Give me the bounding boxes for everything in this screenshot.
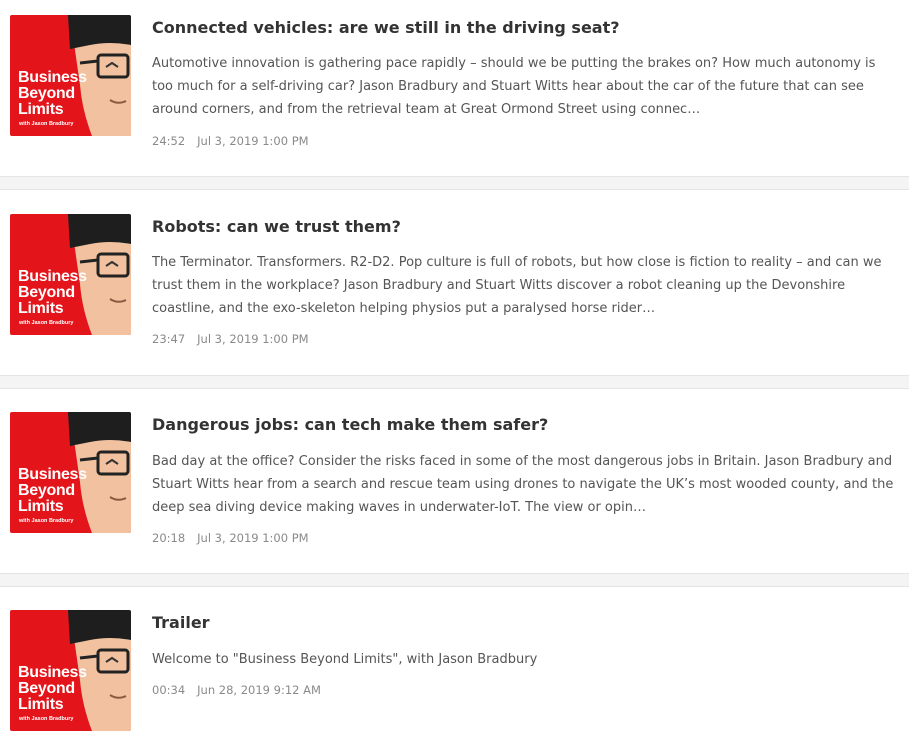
separator [0, 573, 909, 587]
episode-item[interactable]: Business Beyond Limits with Jason Bradbury… [0, 389, 909, 573]
cover-title: Business Beyond Limits [18, 466, 87, 515]
episode-date: Jul 3, 2019 1:00 PM [197, 332, 309, 346]
episode-duration: 24:52 [152, 134, 186, 148]
episode-meta: 00:34 Jun 28, 2019 9:12 AM [152, 683, 321, 697]
episode-title[interactable]: Robots: can we trust them? [152, 217, 401, 236]
cover-title: Business Beyond Limits [18, 664, 87, 713]
episode-title[interactable]: Connected vehicles: are we still in the … [152, 18, 620, 37]
episode-list: Business Beyond Limits with Jason Bradbury… [0, 0, 909, 744]
episode-date: Jul 3, 2019 1:00 PM [197, 531, 309, 545]
separator [0, 176, 909, 190]
cover-title: Business Beyond Limits [18, 268, 87, 317]
episode-duration: 23:47 [152, 332, 186, 346]
episode-title[interactable]: Dangerous jobs: can tech make them safer… [152, 415, 548, 434]
episode-meta: 20:18 Jul 3, 2019 1:00 PM [152, 531, 309, 545]
episode-meta: 24:52 Jul 3, 2019 1:00 PM [152, 134, 309, 148]
episode-meta: 23:47 Jul 3, 2019 1:00 PM [152, 332, 309, 346]
episode-description: Bad day at the office? Consider the risk… [152, 454, 894, 515]
episode-title[interactable]: Trailer [152, 613, 210, 632]
episode-cover-art[interactable]: Business Beyond Limits with Jason Bradbury [10, 214, 131, 335]
cover-byline: with Jason Bradbury [19, 121, 74, 127]
episode-duration: 00:34 [152, 683, 186, 697]
cover-byline: with Jason Bradbury [19, 320, 74, 326]
cover-byline: with Jason Bradbury [19, 518, 74, 524]
episode-item[interactable]: Business Beyond Limits with Jason Bradbury… [0, 587, 909, 744]
episode-date: Jul 3, 2019 1:00 PM [197, 134, 309, 148]
episode-date: Jun 28, 2019 9:12 AM [197, 683, 321, 697]
episode-description: The Terminator. Transformers. R2-D2. Pop… [152, 255, 882, 316]
separator [0, 375, 909, 389]
episode-duration: 20:18 [152, 531, 186, 545]
cover-byline: with Jason Bradbury [19, 716, 74, 722]
episode-description: Automotive innovation is gathering pace … [152, 56, 876, 117]
cover-title: Business Beyond Limits [18, 69, 87, 118]
episode-item[interactable]: Business Beyond Limits with Jason Bradbury… [0, 190, 909, 375]
episode-cover-art[interactable]: Business Beyond Limits with Jason Bradbury [10, 412, 131, 533]
episode-cover-art[interactable]: Business Beyond Limits with Jason Bradbury [10, 15, 131, 136]
episode-item[interactable]: Business Beyond Limits with Jason Bradbury… [0, 0, 909, 176]
episode-description: Welcome to "Business Beyond Limits", wit… [152, 652, 538, 667]
episode-cover-art[interactable]: Business Beyond Limits with Jason Bradbury [10, 610, 131, 731]
